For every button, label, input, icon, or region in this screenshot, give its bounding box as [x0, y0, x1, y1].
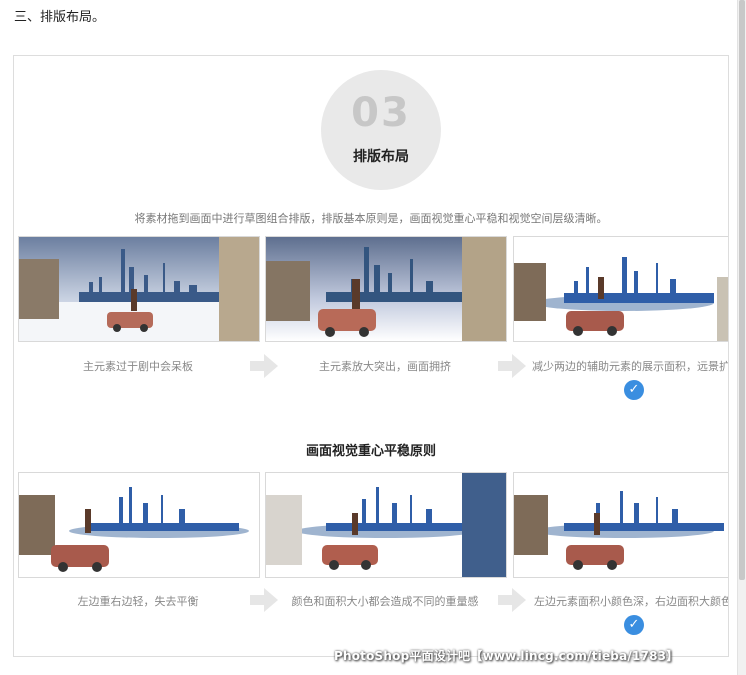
step-badge: 03 排版布局 [321, 70, 441, 190]
arrow-right-icon [498, 354, 526, 378]
arrow-right-icon [498, 588, 526, 612]
check-circle-icon: ✓ [624, 380, 644, 400]
intro-text: 将素材拖到画面中进行草图组合排版，排版基本原则是，画面视觉重心平稳和视觉空间层级… [134, 212, 608, 225]
row2-image-2 [265, 472, 507, 578]
watermark: PhotoShop平面设计吧【www.lincg.com/tieba/1783】 [334, 649, 679, 663]
row1-image-1 [18, 236, 260, 342]
row2-image-3 [513, 472, 728, 578]
step-number: 03 [351, 90, 411, 136]
layout-card: 03 排版布局 将素材拖到画面中进行草图组合排版，排版基本原则是，画面视觉重心平… [13, 55, 729, 657]
section-title: 画面视觉重心平稳原则 [305, 444, 436, 459]
step-title: 排版布局 [353, 149, 409, 165]
row2-caption-2: 颜色和面积大小都会造成不同的重量感 [291, 595, 479, 608]
row2-caption-3: 左边元素面积小颜色深，右边面积大颜色 [534, 595, 728, 608]
row1-caption-1: 主元素过于剧中会呆板 [83, 360, 193, 373]
row1-image-2 [265, 236, 507, 342]
row1-image-3 [513, 236, 728, 342]
scrollbar-thumb[interactable] [739, 0, 745, 580]
check-circle-icon: ✓ [624, 615, 644, 635]
row2-caption-1: 左边重右边轻，失去平衡 [77, 595, 199, 608]
row1-caption-2: 主元素放大突出，画面拥挤 [319, 360, 451, 373]
row2-image-1 [18, 472, 260, 578]
row1-caption-3: 减少两边的辅助元素的展示面积，远景扩 [532, 360, 728, 373]
scrollbar[interactable] [737, 0, 746, 675]
section-heading: 三、排版布局。 [14, 10, 106, 25]
